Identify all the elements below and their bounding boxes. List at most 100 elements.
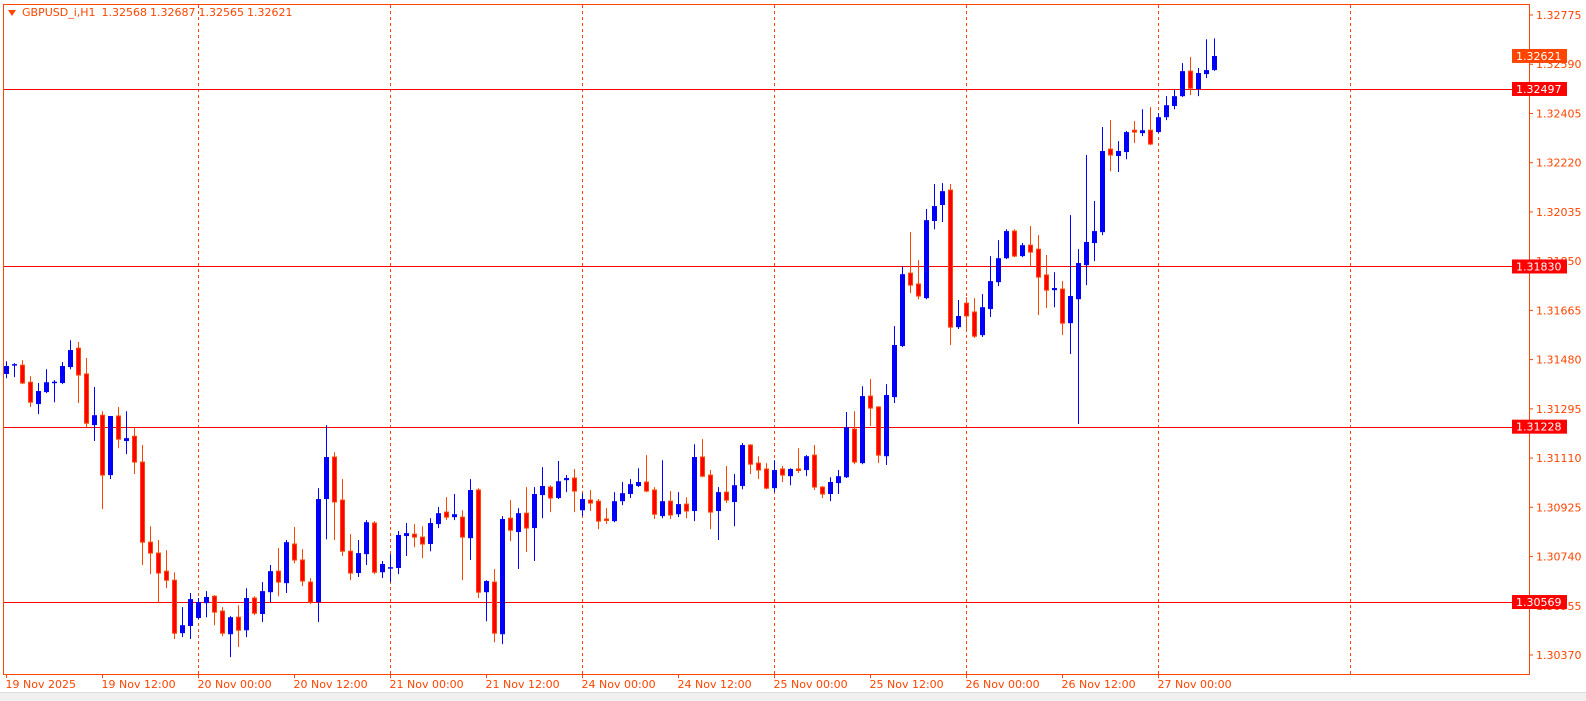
candle [1036, 235, 1041, 316]
candle-body-bull [932, 206, 937, 221]
ohlc-low: 1.32565 [198, 6, 245, 19]
candle [292, 527, 297, 564]
candle-body-bull [44, 382, 49, 393]
candle-body-bull [356, 553, 361, 574]
candle [796, 448, 801, 473]
price-axis: 1.327751.325901.324051.322201.320351.318… [1530, 9, 1582, 662]
candle-body-bull [428, 523, 433, 545]
candle-body-bear [420, 536, 425, 545]
candle-body-bull [828, 482, 833, 495]
bid-price-label: 1.32621 [1516, 50, 1562, 63]
candle [900, 266, 905, 348]
candle [508, 500, 513, 542]
candle [12, 363, 17, 378]
candle-body-bull [228, 617, 233, 635]
candle-body-bear [876, 406, 881, 456]
candle [1140, 109, 1145, 137]
candle [812, 445, 817, 491]
candle [1212, 38, 1217, 71]
candle [132, 427, 137, 475]
time-tick-label: 24 Nov 12:00 [678, 678, 752, 691]
candle-body-bear [1148, 129, 1153, 145]
candle [1100, 127, 1105, 236]
time-tick-label: 27 Nov 00:00 [1158, 678, 1232, 691]
candles [4, 38, 1217, 658]
candle [1044, 255, 1049, 308]
candle-body-bear [812, 454, 817, 488]
ohlc-high: 1.32687 [150, 6, 196, 19]
candle-body-bull [980, 307, 985, 336]
candle-body-bull [692, 457, 697, 512]
candle [652, 487, 657, 520]
candle-body-bull [268, 571, 273, 593]
candle [28, 376, 33, 407]
time-tick-label: 26 Nov 00:00 [966, 678, 1040, 691]
candle-body-bull [988, 281, 993, 310]
candle [428, 518, 433, 552]
candle-body-bear [596, 500, 601, 522]
candle-body-bear [340, 499, 345, 552]
candle-body-bear [780, 468, 785, 476]
time-tick-label: 19 Nov 12:00 [102, 678, 176, 691]
candle-body-bull [180, 625, 185, 634]
candle-body-bull [940, 191, 945, 206]
candle-body-bear [964, 302, 969, 317]
candle-body-bull [636, 482, 641, 487]
candle [1124, 131, 1129, 160]
price-tick-label: 1.30370 [1536, 649, 1582, 662]
candle [4, 361, 9, 379]
level-labels: 1.32497 1.31830 1.31228 1.30569 1.32621 [1512, 48, 1567, 610]
price-tick-label: 1.31110 [1536, 452, 1582, 465]
candle [348, 534, 353, 581]
candle [1204, 39, 1209, 79]
candle-body-bear [76, 347, 81, 376]
candle [100, 411, 105, 510]
candle [1084, 154, 1089, 286]
candle-body-bull [1092, 231, 1097, 244]
candle [1012, 229, 1017, 258]
candle-body-bear [100, 414, 105, 476]
candle-body-bear [492, 581, 497, 634]
collapse-triangle-icon[interactable] [8, 9, 16, 16]
candle-body-bear [164, 570, 169, 581]
candle-body-bull [316, 499, 321, 603]
candle [876, 406, 881, 464]
candle [316, 488, 321, 623]
candle-body-bear [724, 491, 729, 501]
candle [540, 467, 545, 519]
chart-frame [3, 4, 1530, 675]
ohlc-close: 1.32621 [247, 6, 293, 19]
candle-body-bear [332, 456, 337, 503]
candle [332, 452, 337, 541]
chart-header: GBPUSD_i,H1 1.32568 1.32687 1.32565 1.32… [8, 6, 293, 19]
candle [436, 507, 441, 529]
price-chart[interactable]: 1.327751.325901.324051.322201.320351.318… [0, 0, 1586, 700]
candle-body-bear [756, 462, 761, 471]
candle-body-bull [484, 581, 489, 593]
candle [972, 298, 977, 339]
candle-body-bull [4, 366, 9, 374]
candle [612, 492, 617, 523]
candle-body-bear [348, 550, 353, 574]
candle [164, 550, 169, 589]
candle [484, 580, 489, 622]
candle [724, 466, 729, 504]
candle-body-bull [564, 478, 569, 481]
candle-body-bear [116, 415, 121, 440]
ohlc-open: 1.32568 [101, 6, 148, 19]
candle [476, 488, 481, 599]
candle [1004, 229, 1009, 260]
price-tick-label: 1.32405 [1536, 107, 1582, 120]
candle [908, 232, 913, 294]
time-tick-label: 21 Nov 00:00 [390, 678, 464, 691]
candle-body-bear [508, 517, 513, 531]
price-tick-label: 1.31480 [1536, 354, 1582, 367]
candle-body-bear [644, 481, 649, 492]
candle-body-bull [124, 438, 129, 442]
candle-body-bull [844, 427, 849, 478]
day-separators [198, 5, 1351, 674]
time-tick-label: 26 Nov 12:00 [1062, 678, 1136, 691]
candle-body-bear [916, 283, 921, 297]
candle-body-bear [308, 581, 313, 603]
candle [756, 456, 761, 480]
